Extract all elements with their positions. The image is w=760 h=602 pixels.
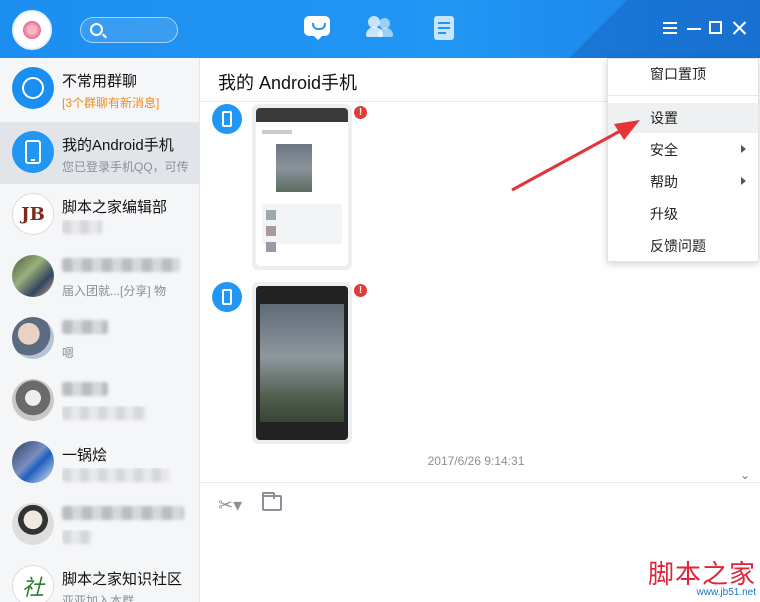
messages-tab-icon[interactable] <box>304 16 332 42</box>
chat-title: 我的 Android手机 <box>218 73 358 93</box>
main-menu-icon[interactable] <box>662 20 678 36</box>
conversation-name-blurred <box>62 506 184 524</box>
submenu-arrow-icon <box>741 145 750 153</box>
phone-sender-avatar-icon <box>212 282 242 312</box>
scroll-down-chevron-icon[interactable]: ⌄ <box>740 468 750 482</box>
menu-item-help[interactable]: 帮助 <box>608 167 758 197</box>
search-icon <box>90 23 103 36</box>
conversation-item[interactable] <box>0 370 199 432</box>
contact-avatar <box>12 503 54 545</box>
phone-avatar-icon <box>12 131 54 173</box>
minimize-icon[interactable] <box>686 20 702 36</box>
conversation-item[interactable] <box>0 494 199 556</box>
menu-item-label: 安全 <box>650 142 678 158</box>
conversation-preview-blurred <box>62 530 192 547</box>
send-failed-icon[interactable]: ! <box>354 284 367 297</box>
contact-avatar <box>12 379 54 421</box>
main-dropdown-menu: 窗口置顶 设置 安全 帮助 升级 反馈问题 <box>607 58 759 262</box>
community-avatar: 社 <box>12 565 54 602</box>
conversation-preview-blurred <box>62 220 192 237</box>
image-message[interactable] <box>252 282 352 444</box>
conversation-name-blurred <box>62 320 108 338</box>
conversation-preview: 亚亚加入本群。 <box>62 594 147 602</box>
contact-avatar <box>12 441 54 483</box>
conversation-preview-blurred <box>62 406 192 423</box>
conversation-item[interactable]: 嗯 <box>0 308 199 370</box>
menu-item-settings[interactable]: 设置 <box>608 103 758 133</box>
image-message[interactable] <box>252 104 352 270</box>
conversation-preview: 届入团就...[分享] 物 <box>62 284 167 298</box>
conversation-name: 脚本之家编辑部 <box>62 199 168 216</box>
conversation-name-blurred <box>62 382 108 400</box>
conversation-item[interactable]: 社 脚本之家知识社区 亚亚加入本群。 <box>0 556 199 602</box>
phone-screenshot-image[interactable] <box>256 108 348 266</box>
menu-separator <box>608 95 758 96</box>
message-timestamp: 2017/6/26 9:14:31 <box>427 454 525 468</box>
jb-logo-avatar: JB <box>12 193 54 235</box>
submenu-arrow-icon <box>741 177 750 185</box>
title-bar <box>0 0 760 58</box>
conversation-list: 不常用群聊 [3个群聊有新消息] 我的Android手机 您已登录手机QQ，可传… <box>0 58 200 602</box>
maximize-icon[interactable] <box>708 20 724 36</box>
send-failed-icon[interactable]: ! <box>354 106 367 119</box>
close-icon[interactable] <box>731 20 747 36</box>
watermark: 脚本之家 www.jb51.net <box>632 554 756 598</box>
conversation-name-blurred <box>62 258 180 276</box>
conversation-preview-blurred <box>62 468 192 485</box>
conversation-item-selected[interactable]: 我的Android手机 您已登录手机QQ，可传 <box>0 122 199 184</box>
sky-photo-image[interactable] <box>256 286 348 440</box>
group-avatar-icon <box>12 67 54 109</box>
conversation-preview: 您已登录手机QQ，可传 <box>62 160 189 174</box>
menu-item-feedback[interactable]: 反馈问题 <box>608 231 758 261</box>
conversation-name: 不常用群聊 <box>62 73 138 90</box>
menu-item-security[interactable]: 安全 <box>608 135 758 165</box>
documents-tab-icon[interactable] <box>434 16 462 42</box>
conversation-name: 一锅烩 <box>62 447 108 464</box>
conversation-item[interactable]: 不常用群聊 [3个群聊有新消息] <box>0 58 199 120</box>
watermark-text: 脚本之家 <box>647 560 756 590</box>
search-box[interactable] <box>80 17 178 43</box>
user-avatar[interactable] <box>12 10 52 50</box>
conversation-name: 我的Android手机 <box>62 137 174 154</box>
screenshot-scissors-icon[interactable]: ✂▾ <box>218 495 246 515</box>
flower-icon <box>23 21 41 39</box>
phone-sender-avatar-icon <box>212 104 242 134</box>
menu-item-upgrade[interactable]: 升级 <box>608 199 758 229</box>
send-file-folder-icon[interactable] <box>262 492 282 511</box>
conversation-preview: 嗯 <box>62 346 75 360</box>
menu-item-pin-window[interactable]: 窗口置顶 <box>608 59 758 89</box>
conversation-preview: [3个群聊有新消息] <box>62 96 160 110</box>
conversation-item[interactable]: 一锅烩 <box>0 432 199 494</box>
contacts-tab-icon[interactable] <box>366 16 394 42</box>
conversation-item[interactable]: 届入团就...[分享] 物 <box>0 246 199 308</box>
menu-item-label: 帮助 <box>650 174 678 190</box>
contact-avatar <box>12 255 54 297</box>
conversation-item[interactable]: JB 脚本之家编辑部 <box>0 184 199 246</box>
conversation-name: 脚本之家知识社区 <box>62 571 183 588</box>
contact-avatar <box>12 317 54 359</box>
